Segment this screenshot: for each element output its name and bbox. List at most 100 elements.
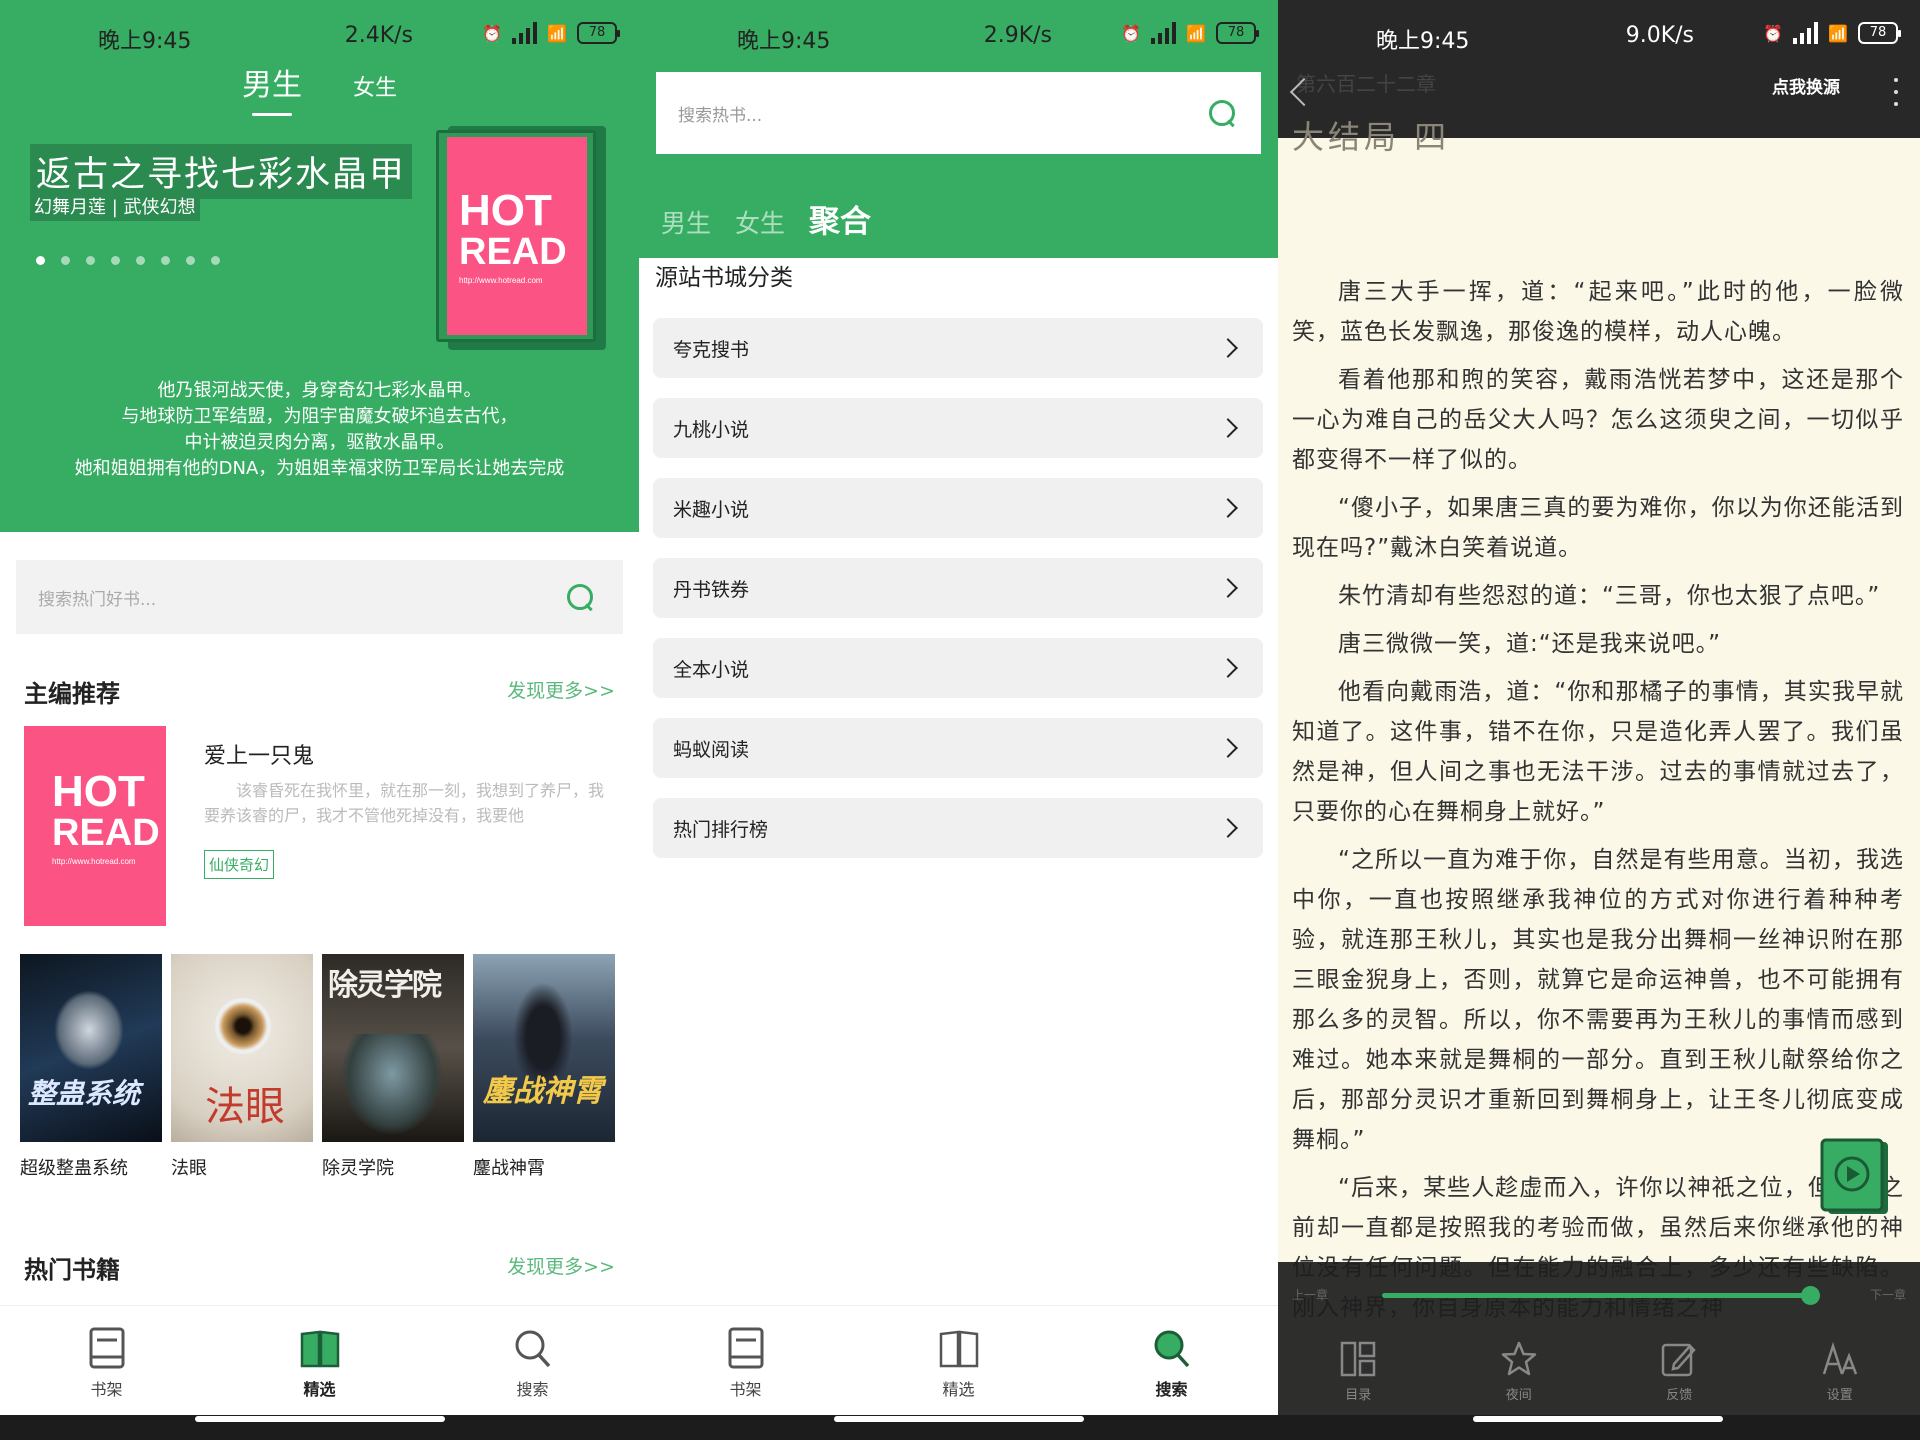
chapter-title: 大结局 四 <box>1292 118 1451 156</box>
list-item[interactable]: 夸克搜书 <box>653 318 1263 378</box>
nav-label: 搜索 <box>516 1380 549 1399</box>
network-speed: 9.0K/s <box>1625 23 1694 48</box>
paragraph: 唐三大手一挥，道：“起来吧。”此时的他，一脸微笑，蓝色长发飘逸，那俊逸的模样，动… <box>1292 279 1904 345</box>
featured-book-desc: 该睿昏死在我怀里，就在那一刻，我想到了养尸，我要养该睿的尸，我才不管他死掉没有，… <box>204 781 605 825</box>
chevron-right-icon <box>1218 418 1238 438</box>
featured-book-cover[interactable]: HOT READ http://www.hotread.com <box>24 726 166 926</box>
nav-search[interactable]: 搜索 <box>426 1306 639 1415</box>
paragraph: 他看向戴雨浩，道：“你和那橘子的事情，其实我早就知道了。这件事，错不在你，只是造… <box>1292 679 1904 825</box>
tab-female[interactable]: 女生 <box>735 204 785 240</box>
battery-icon: 78 <box>1216 22 1259 44</box>
list-item[interactable]: 米趣小说 <box>653 478 1263 538</box>
status-time: 晚上9:45 <box>737 29 831 54</box>
progress-handle[interactable] <box>1800 1286 1820 1305</box>
chevron-right-icon <box>1218 738 1238 758</box>
alarm-icon: ⏰ <box>1763 23 1784 43</box>
tab-aggregate[interactable]: 聚合 <box>809 196 871 241</box>
tab-male[interactable]: 男生 <box>661 204 711 240</box>
source-list: 夸克搜书 九桃小说 米趣小说 丹书铁券 全本小说 蚂蚁阅读 热门排行榜 <box>653 318 1263 878</box>
status-time: 晚上9:45 <box>1376 29 1470 54</box>
chevron-right-icon <box>1218 578 1238 598</box>
chapter-progress-slider[interactable] <box>1382 1293 1810 1298</box>
switch-source-button[interactable]: 点我换源 <box>1772 73 1840 98</box>
tab-male[interactable]: 男生 <box>242 60 302 116</box>
book-item[interactable]: 鏖战神霄 鏖战神霄 <box>473 954 615 1180</box>
section-title-hot: 热门书籍 <box>24 1256 120 1284</box>
menu-feedback[interactable]: 反馈 <box>1639 1340 1719 1403</box>
book-item[interactable]: 除灵学院 除灵学院 <box>322 954 464 1180</box>
tab-female[interactable]: 女生 <box>353 70 397 102</box>
reader-screen: 晚上9:45 9.0K/s ⏰ 📶 78 第六百二十二章 点我换源 大结局 四 … <box>1278 0 1920 1440</box>
list-item[interactable]: 全本小说 <box>653 638 1263 698</box>
signal-icon <box>1793 22 1819 44</box>
book-title: 鏖战神霄 <box>473 1158 545 1179</box>
carousel-dot[interactable] <box>136 256 145 265</box>
search-icon <box>513 1326 553 1370</box>
book-cover: 除灵学院 <box>322 954 464 1142</box>
book-item[interactable]: 整蛊系统 超级整蛊系统 <box>20 954 162 1180</box>
more-options-icon[interactable] <box>1894 78 1898 114</box>
search-input[interactable]: 搜索热门好书... <box>16 560 623 634</box>
bookshelf-icon <box>726 1326 766 1370</box>
chevron-right-icon <box>1218 338 1238 358</box>
menu-settings[interactable]: 设置 <box>1800 1340 1880 1403</box>
book-title: 除灵学院 <box>322 1158 394 1179</box>
hero-book-cover[interactable]: HOT READ http://www.hotread.com <box>436 126 606 350</box>
nav-featured[interactable]: 精选 <box>852 1306 1065 1415</box>
next-chapter-button[interactable]: 下一章 <box>1870 1286 1906 1303</box>
catalog-icon <box>1339 1340 1377 1378</box>
carousel-dot[interactable] <box>86 256 95 265</box>
discover-more-link[interactable]: 发现更多>> <box>507 676 615 703</box>
hotread-logo: HOT READ http://www.hotread.com <box>459 186 567 285</box>
gender-tabs: 男生 女生 <box>0 60 639 116</box>
nav-bookshelf[interactable]: 书架 <box>0 1306 213 1415</box>
hero-subtitle: 幻舞月莲 | 武侠幻想 <box>30 191 200 221</box>
carousel-dot[interactable] <box>111 256 120 265</box>
carousel-dot[interactable] <box>161 256 170 265</box>
battery-icon: 78 <box>577 22 620 44</box>
signal-icon <box>512 22 538 44</box>
paragraph: 看着他那和煦的笑容，戴雨浩恍若梦中，这还是那个一心为难自己的岳父大人吗？怎么这须… <box>1292 367 1904 473</box>
carousel-dot[interactable] <box>186 256 195 265</box>
audio-book-button[interactable] <box>1820 1138 1892 1218</box>
carousel-dot[interactable] <box>36 256 45 265</box>
nav-label: 搜索 <box>1155 1380 1188 1399</box>
nav-featured[interactable]: 精选 <box>213 1306 426 1415</box>
carousel-dot[interactable] <box>211 256 220 265</box>
home-indicator[interactable] <box>834 1416 1084 1422</box>
menu-catalog[interactable]: 目录 <box>1318 1340 1398 1403</box>
featured-screen: 晚上9:45 2.4K/s ⏰ 📶 78 男生 女生 返古之寻找七彩水晶甲 幻舞… <box>0 0 639 1440</box>
search-icon[interactable] <box>1207 98 1237 128</box>
nav-search[interactable]: 搜索 <box>1065 1306 1278 1415</box>
section-title-sources: 源站书城分类 <box>655 265 793 291</box>
nav-label: 精选 <box>942 1380 975 1399</box>
book-cover: 法眼 <box>171 954 313 1142</box>
home-indicator[interactable] <box>1473 1416 1723 1422</box>
search-input[interactable]: 搜索热书... <box>656 72 1261 154</box>
bottom-nav: 书架 精选 搜索 <box>639 1305 1278 1415</box>
nav-bookshelf[interactable]: 书架 <box>639 1306 852 1415</box>
featured-book-title[interactable]: 爱上一只鬼 <box>204 738 314 770</box>
network-speed: 2.4K/s <box>344 23 413 48</box>
discover-more-link[interactable]: 发现更多>> <box>507 1252 615 1279</box>
genre-tag: 仙侠奇幻 <box>204 850 275 879</box>
status-time: 晚上9:45 <box>98 29 192 54</box>
book-cover: 整蛊系统 <box>20 954 162 1142</box>
list-item[interactable]: 热门排行榜 <box>653 798 1263 858</box>
book-item[interactable]: 法眼 法眼 <box>171 954 313 1180</box>
hero-banner[interactable]: 晚上9:45 2.4K/s ⏰ 📶 78 男生 女生 返古之寻找七彩水晶甲 幻舞… <box>0 0 639 532</box>
status-bar: 晚上9:45 2.9K/s ⏰ 📶 78 <box>639 0 1278 72</box>
section-title-editor: 主编推荐 <box>24 680 120 708</box>
list-item[interactable]: 蚂蚁阅读 <box>653 718 1263 778</box>
list-item[interactable]: 九桃小说 <box>653 398 1263 458</box>
home-indicator[interactable] <box>195 1416 445 1422</box>
status-bar: 晚上9:45 9.0K/s ⏰ 📶 78 <box>1278 0 1920 72</box>
nav-label: 书架 <box>729 1380 762 1399</box>
search-icon[interactable] <box>565 582 595 612</box>
menu-night-mode[interactable]: 夜间 <box>1479 1340 1559 1403</box>
prev-chapter-button[interactable]: 上一章 <box>1292 1286 1328 1303</box>
carousel-dot[interactable] <box>61 256 70 265</box>
star-icon <box>1500 1340 1538 1378</box>
wifi-icon: 📶 <box>547 23 567 43</box>
list-item[interactable]: 丹书铁券 <box>653 558 1263 618</box>
